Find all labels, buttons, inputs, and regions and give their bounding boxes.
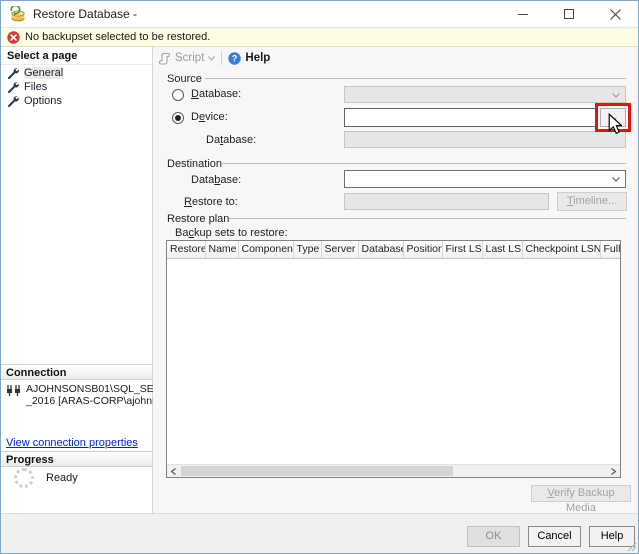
restore-database-icon — [10, 6, 25, 22]
backup-sets-label: Backup sets to restore: — [175, 227, 288, 239]
column-header-database[interactable]: Database — [358, 241, 404, 259]
column-header-last-lsn[interactable]: Last LSN — [482, 241, 523, 259]
device-radio-label: Device: — [191, 111, 228, 123]
chevron-down-icon — [612, 177, 620, 182]
progress-section-header: Progress — [1, 451, 152, 467]
sidebar-item-label: Files — [24, 80, 48, 93]
select-a-page-header: Select a page — [1, 47, 152, 65]
sidebar-item-label: Options — [24, 94, 62, 107]
source-group-line — [205, 78, 626, 79]
connection-info: AJOHNSONSB01\SQL_SERVER _2016 [ARAS-CORP… — [6, 383, 183, 407]
wrench-icon — [7, 95, 19, 107]
destination-database-label: Database: — [191, 174, 242, 186]
device-database-input — [344, 131, 626, 148]
close-button[interactable] — [592, 1, 638, 27]
horizontal-scrollbar[interactable] — [167, 464, 620, 477]
help-icon: ? — [228, 51, 242, 65]
chevron-down-icon — [208, 55, 216, 61]
column-header-name[interactable]: Name — [205, 241, 239, 259]
device-input[interactable] — [344, 108, 596, 127]
minimize-button[interactable] — [500, 1, 546, 27]
column-header-restore[interactable]: Restore — [167, 241, 206, 259]
scrollbar-thumb[interactable] — [181, 466, 453, 476]
restore-to-label: Restore to: — [184, 196, 238, 208]
chevron-down-icon — [612, 92, 620, 98]
title-bar: Restore Database - — [1, 1, 638, 28]
scroll-left-arrow[interactable] — [167, 465, 180, 477]
restore-plan-group-line — [229, 218, 626, 219]
destination-group-line — [221, 163, 626, 164]
sidebar-item-files[interactable]: Files — [1, 80, 152, 93]
main-panel: Script ? Help Source Database: Device: .… — [153, 47, 638, 514]
error-icon — [7, 30, 20, 44]
column-header-component[interactable]: Component — [238, 241, 294, 259]
column-header-server[interactable]: Server — [321, 241, 359, 259]
window-title: Restore Database - — [33, 7, 138, 21]
wrench-icon — [7, 81, 19, 93]
script-icon — [158, 52, 170, 65]
database-radio[interactable] — [172, 89, 184, 101]
wrench-icon — [7, 67, 19, 79]
toolbar-separator — [221, 51, 223, 65]
resize-grip[interactable] — [627, 542, 637, 552]
sidebar-item-label: General — [24, 66, 64, 79]
progress-spinner-icon — [14, 468, 34, 488]
progress-status-text: Ready — [46, 472, 78, 484]
script-button[interactable]: Script — [158, 52, 216, 65]
help-toolbar-button[interactable]: ? Help — [228, 51, 271, 65]
backup-sets-table[interactable]: Restore Name Component Type Server Database Po… — [166, 240, 621, 478]
destination-group-label: Destination — [167, 158, 223, 170]
timeline-button: Timeline... — [557, 192, 627, 211]
warning-message-text: No backupset selected to be restored. — [25, 31, 211, 43]
toolbar: Script ? Help — [153, 47, 638, 69]
ok-button: OK — [467, 526, 520, 547]
connection-section-header: Connection — [1, 364, 152, 380]
footer: OK Cancel Help — [1, 513, 638, 553]
device-radio[interactable] — [172, 112, 184, 124]
verify-backup-media-button: Verify Backup Media — [531, 485, 631, 514]
source-group-label: Source — [167, 73, 202, 85]
view-connection-properties-link[interactable]: View connection properties — [6, 437, 138, 449]
source-database-combo — [344, 86, 626, 103]
column-header-full-lsn[interactable]: Full LSN — [600, 241, 620, 259]
cancel-button[interactable]: Cancel — [528, 526, 581, 547]
warning-message-bar: No backupset selected to be restored. — [1, 28, 638, 47]
device-database-label: Database: — [206, 134, 257, 146]
column-header-first-lsn[interactable]: First LSN — [442, 241, 483, 259]
svg-text:?: ? — [232, 53, 238, 63]
server-connection-icon — [7, 385, 20, 396]
backup-sets-header-row: Restore Name Component Type Server Database Po… — [167, 241, 620, 259]
mouse-cursor — [608, 113, 622, 135]
sidebar: Select a page General Files Options Conn… — [1, 47, 183, 513]
restore-database-dialog: Restore Database - No backupset selected… — [0, 0, 639, 554]
restore-to-input — [344, 193, 549, 210]
database-radio-label: Database: — [191, 88, 242, 100]
column-header-checkpoint-lsn[interactable]: Checkpoint LSN — [522, 241, 601, 259]
column-header-type[interactable]: Type — [293, 241, 322, 259]
sidebar-item-general[interactable]: General — [1, 66, 152, 79]
progress-status: Ready — [14, 468, 78, 488]
script-button-label: Script — [175, 52, 205, 64]
maximize-button[interactable] — [546, 1, 592, 27]
destination-database-combo[interactable] — [344, 170, 626, 188]
sidebar-item-options[interactable]: Options — [1, 94, 152, 107]
help-button-label: Help — [245, 52, 271, 64]
column-header-position[interactable]: Position — [403, 241, 443, 259]
scroll-right-arrow[interactable] — [607, 465, 620, 477]
restore-plan-group-label: Restore plan — [167, 213, 230, 225]
